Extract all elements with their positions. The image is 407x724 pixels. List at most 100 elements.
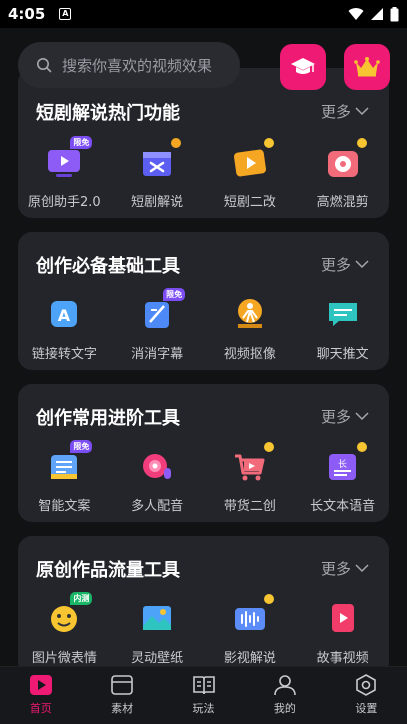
badge: 限免 (163, 288, 186, 301)
cart-icon (230, 442, 274, 486)
section-title: 创作必备基础工具 (36, 256, 180, 277)
chevron-down-icon (355, 260, 369, 269)
more-button[interactable]: 更多 (321, 406, 369, 427)
tool-item[interactable]: 聊天推文 (296, 294, 389, 362)
tool-item[interactable]: 高燃混剪 (296, 138, 389, 210)
signal-icon (371, 8, 383, 20)
tab-label: 设置 (355, 702, 378, 715)
chevron-down-icon (355, 107, 369, 116)
sparkle-icon (171, 138, 182, 148)
tab-label: 玩法 (192, 702, 215, 715)
tv-icon: 限免 (44, 136, 93, 182)
more-label: 更多 (320, 560, 351, 578)
chat-icon (323, 294, 363, 334)
tab-home[interactable]: 首页 (0, 667, 81, 724)
tool-row: 限免 原创助手2.0 短剧解说 短剧二改 高燃混剪 (18, 136, 389, 210)
battery-icon (390, 6, 399, 21)
settings-icon (356, 674, 377, 696)
status-right (348, 6, 399, 22)
tool-label: 图片微表情 (31, 651, 97, 666)
sparkle-icon (356, 442, 367, 452)
tool-row: 限免 智能文案 多人配音 带货二创 长 长文本语音 (18, 440, 389, 514)
tool-item[interactable]: 限免 原创助手2.0 (18, 136, 111, 210)
tab-profile[interactable]: 我的 (244, 667, 325, 724)
sparkle-icon (263, 442, 274, 452)
letter-a-icon: A (44, 294, 84, 334)
status-time: 4:05 (8, 5, 46, 23)
crown-icon (354, 57, 380, 77)
vip-button[interactable] (344, 44, 390, 90)
badge: 限免 (70, 136, 93, 149)
tool-item[interactable]: 影视解说 (204, 594, 297, 666)
tool-item[interactable]: 短剧二改 (204, 138, 297, 210)
more-button[interactable]: 更多 (321, 101, 369, 122)
sparkle-icon (356, 138, 367, 148)
person-cutout-icon (230, 294, 270, 334)
tool-item[interactable]: 限免 消消字幕 (111, 288, 204, 362)
search-icon (37, 58, 52, 73)
home-screen: 搜索你喜欢的视频效果 短剧解说热门功能 更多 限免 原创助手2.0 短剧解说 短… (0, 28, 407, 724)
tool-label: 长文本语音 (310, 499, 376, 514)
tool-label: 高燃混剪 (316, 195, 369, 210)
tool-label: 智能文案 (38, 499, 91, 514)
tool-label: 带货二创 (223, 499, 276, 514)
chevron-down-icon (355, 564, 369, 573)
badge: 内测 (70, 592, 93, 605)
tool-label: 多人配音 (131, 499, 184, 514)
story-video-icon (323, 598, 363, 638)
tool-item[interactable]: 视频抠像 (204, 294, 297, 362)
section-card-3: 创作常用进阶工具 更多 限免 智能文案 多人配音 带货二创 长 长文本语音 (18, 384, 389, 522)
folder-icon (111, 675, 133, 695)
graduation-cap-icon (291, 58, 315, 74)
tool-item[interactable]: A 链接转文字 (18, 294, 111, 362)
tab-label: 首页 (29, 702, 52, 715)
long-text-icon: 长 (323, 442, 367, 486)
tab-materials[interactable]: 素材 (81, 667, 162, 724)
tool-row: 内测 图片微表情 灵动壁纸 影视解说 故事视频 (18, 592, 389, 666)
section-card-4: 原创作品流量工具 更多 内测 图片微表情 灵动壁纸 影视解说 故事视频 (18, 536, 389, 676)
course-button[interactable] (280, 44, 326, 90)
section-title: 短剧解说热门功能 (36, 103, 180, 124)
tool-item[interactable]: 带货二创 (204, 442, 297, 514)
tool-label: 视频抠像 (223, 347, 276, 362)
wifi-icon (348, 8, 364, 20)
more-button[interactable]: 更多 (321, 254, 369, 275)
music-disc-icon (323, 138, 367, 182)
tool-item[interactable]: 短剧解说 (111, 138, 204, 210)
tool-label: 故事视频 (316, 651, 369, 666)
tool-item[interactable]: 长 长文本语音 (296, 442, 389, 514)
film-play-icon (230, 138, 274, 182)
tab-settings[interactable]: 设置 (326, 667, 407, 724)
tool-label: 链接转文字 (31, 347, 97, 362)
section-title: 创作常用进阶工具 (36, 408, 180, 429)
tool-item[interactable]: 灵动壁纸 (111, 598, 204, 666)
voice-icon (137, 446, 177, 486)
sparkle-icon (263, 594, 274, 604)
user-icon (274, 675, 296, 696)
tool-item[interactable]: 内测 图片微表情 (18, 592, 111, 666)
tool-item[interactable]: 限免 智能文案 (18, 440, 111, 514)
more-button[interactable]: 更多 (321, 558, 369, 579)
tool-item[interactable]: 多人配音 (111, 446, 204, 514)
tool-row: A 链接转文字 限免 消消字幕 视频抠像 聊天推文 (18, 288, 389, 362)
tab-gameplay[interactable]: 玩法 (163, 667, 244, 724)
eraser-icon: 限免 (137, 288, 186, 334)
section-card-1: 短剧解说热门功能 更多 限免 原创助手2.0 短剧解说 短剧二改 高燃混剪 (18, 68, 389, 218)
tool-label: 短剧解说 (131, 195, 184, 210)
tool-label: 影视解说 (223, 651, 276, 666)
chevron-down-icon (355, 412, 369, 421)
tool-item[interactable]: 故事视频 (296, 598, 389, 666)
tool-label: 消消字幕 (131, 347, 184, 362)
bottom-tab-bar: 首页 素材 玩法 我的 设置 (0, 666, 407, 724)
more-label: 更多 (320, 103, 351, 121)
section-title: 原创作品流量工具 (36, 560, 180, 581)
book-icon (192, 676, 215, 695)
search-input[interactable]: 搜索你喜欢的视频效果 (18, 42, 240, 88)
more-label: 更多 (320, 408, 351, 426)
tool-label: 原创助手2.0 (28, 195, 101, 210)
status-bar: 4:05 A (0, 0, 407, 28)
tool-label: 灵动壁纸 (131, 651, 184, 666)
sparkle-icon (263, 138, 274, 148)
tab-label: 素材 (111, 702, 134, 715)
more-label: 更多 (320, 256, 351, 274)
